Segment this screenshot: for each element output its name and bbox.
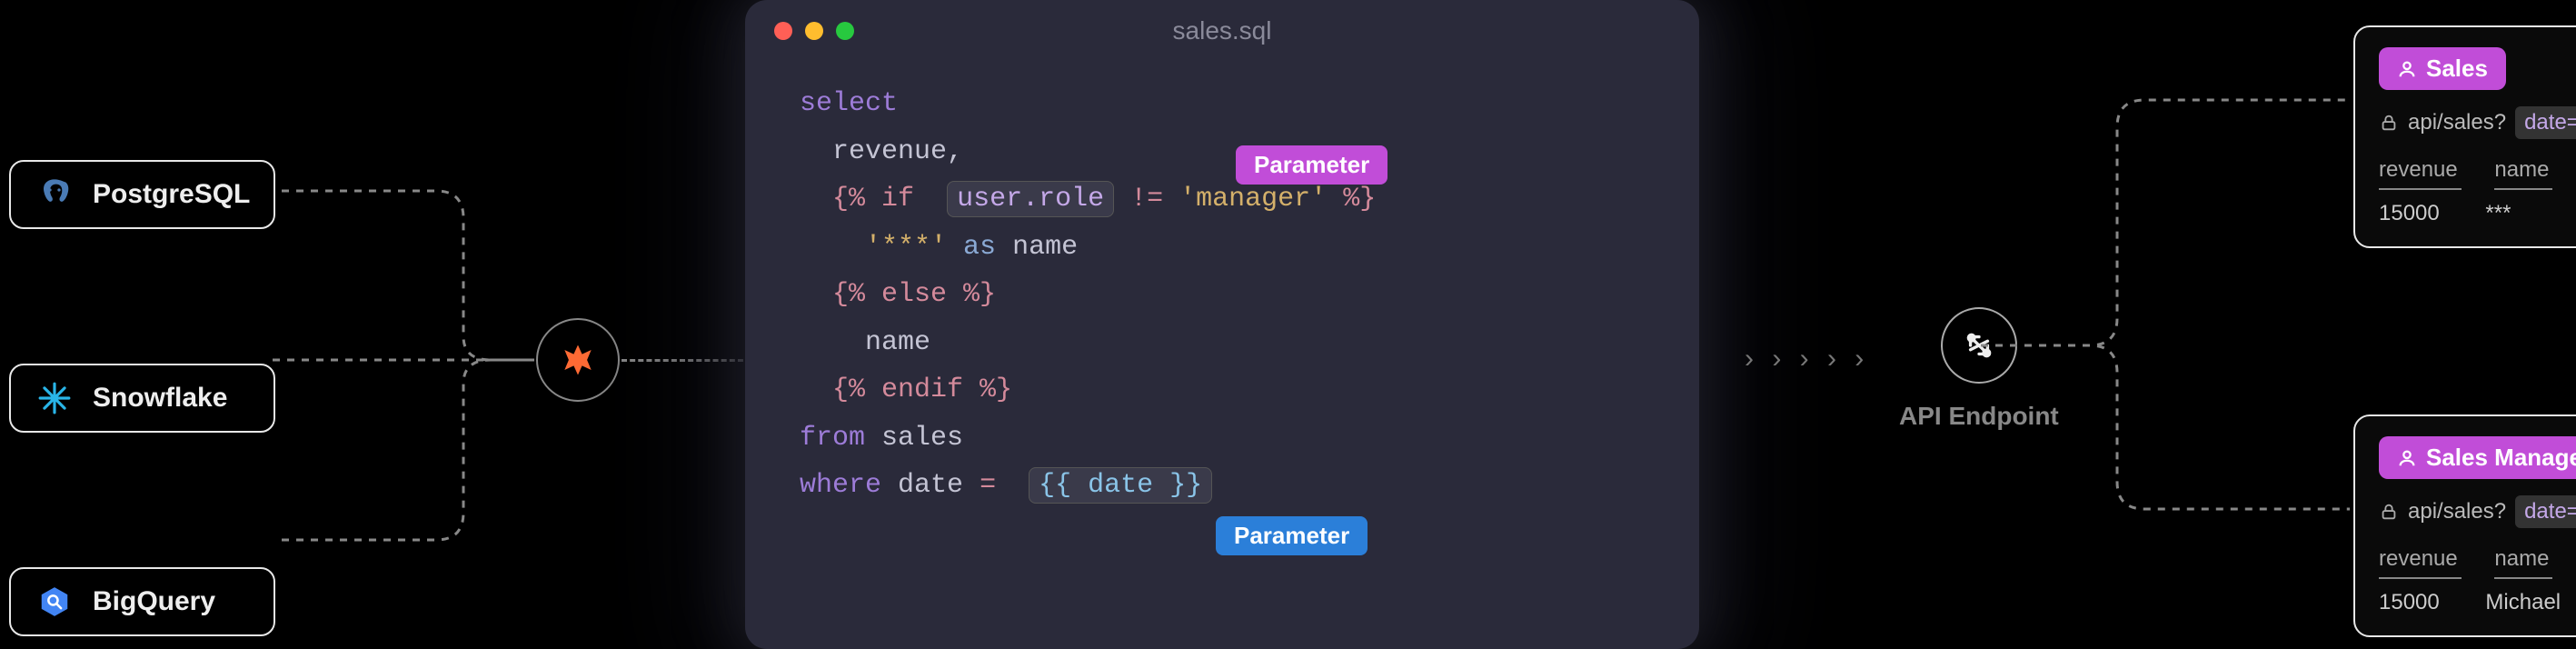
bigquery-icon: [35, 582, 75, 622]
hub-node: [536, 318, 620, 402]
col-revenue: revenue,: [832, 136, 963, 167]
lock-icon: [2379, 502, 2399, 522]
endpoint-line: api/sales? date=2023/05/02: [2379, 106, 2576, 139]
user-icon: [2397, 59, 2417, 79]
code-block: select revenue, {% if user.role != 'mana…: [745, 62, 1699, 528]
parameter-badge-date: Parameter: [1216, 516, 1368, 555]
result-table: revenue name 15000 ***: [2379, 154, 2576, 226]
flow-chevrons: › › › › ›: [1745, 344, 1869, 374]
endpoint-query: date=2023/05/02: [2515, 495, 2576, 528]
endpoint-line: api/sales? date=2023/05/02: [2379, 495, 2576, 528]
table-row: 15000 Michael: [2379, 590, 2576, 615]
endpoint-path: api/sales?: [2408, 499, 2506, 524]
source-label: BigQuery: [93, 586, 215, 617]
result-card-sales: Sales api/sales? date=2023/05/02 revenue…: [2353, 25, 2576, 248]
tmpl-open: {%: [832, 184, 865, 215]
lock-icon: [2379, 113, 2399, 133]
user-icon: [2397, 448, 2417, 468]
str-manager: 'manager': [1179, 184, 1327, 215]
source-bigquery: BigQuery: [9, 567, 275, 636]
th-revenue: revenue: [2379, 543, 2462, 579]
parameter-badge-role: Parameter: [1236, 145, 1387, 185]
kw-from: from: [800, 423, 865, 454]
th-name: name: [2494, 543, 2552, 579]
source-label: PostgreSQL: [93, 179, 250, 210]
role-badge-sales-manager: Sales Manager: [2379, 436, 2576, 479]
role-label: Sales Manager: [2426, 444, 2576, 472]
snowflake-icon: [35, 378, 75, 418]
role-badge-sales: Sales: [2379, 47, 2506, 90]
data-sources-list: PostgreSQL Snowflake BigQuery: [9, 160, 275, 636]
kw-where: where: [800, 470, 881, 501]
endpoint-query: date=2023/05/02: [2515, 106, 2576, 139]
api-endpoint-node: API Endpoint: [1899, 307, 2059, 431]
tmpl-if: if: [881, 184, 914, 215]
cell-revenue: 15000: [2379, 201, 2440, 226]
kw-select: select: [800, 88, 898, 119]
col-date: date: [898, 470, 963, 501]
user-role-pill: user.role: [947, 181, 1114, 217]
date-param-pill: {{ date }}: [1029, 467, 1212, 504]
col-name: name: [1012, 232, 1078, 263]
endpoint-path: api/sales?: [2408, 110, 2506, 135]
hub-icon: [558, 340, 598, 380]
tmpl-else: {% else %}: [832, 279, 996, 310]
str-mask: '***': [865, 232, 947, 263]
code-editor-panel: sales.sql select revenue, {% if user.rol…: [745, 0, 1699, 649]
postgresql-icon: [35, 175, 75, 215]
cell-name: ***: [2485, 201, 2511, 226]
cell-name: Michael: [2485, 590, 2561, 615]
source-label: Snowflake: [93, 383, 227, 414]
editor-titlebar: sales.sql: [745, 0, 1699, 62]
op-ne: !=: [1130, 184, 1163, 215]
connector-hub-editor: [622, 359, 743, 362]
col-name2: name: [865, 327, 930, 358]
api-endpoint-label: API Endpoint: [1899, 402, 2059, 431]
result-table: revenue name 15000 Michael: [2379, 543, 2576, 615]
cell-revenue: 15000: [2379, 590, 2440, 615]
tmpl-close: %}: [1343, 184, 1376, 215]
editor-filename: sales.sql: [745, 16, 1699, 45]
th-name: name: [2494, 154, 2552, 190]
api-endpoint-icon: [1941, 307, 2017, 384]
th-revenue: revenue: [2379, 154, 2462, 190]
tmpl-endif: {% endif %}: [832, 374, 1012, 405]
kw-as: as: [963, 232, 996, 263]
op-eq: =: [980, 470, 996, 501]
source-snowflake: Snowflake: [9, 364, 275, 433]
result-card-sales-manager: Sales Manager api/sales? date=2023/05/02…: [2353, 414, 2576, 637]
table-row: 15000 ***: [2379, 201, 2576, 226]
role-label: Sales: [2426, 55, 2488, 83]
source-postgresql: PostgreSQL: [9, 160, 275, 229]
tbl-sales: sales: [881, 423, 963, 454]
